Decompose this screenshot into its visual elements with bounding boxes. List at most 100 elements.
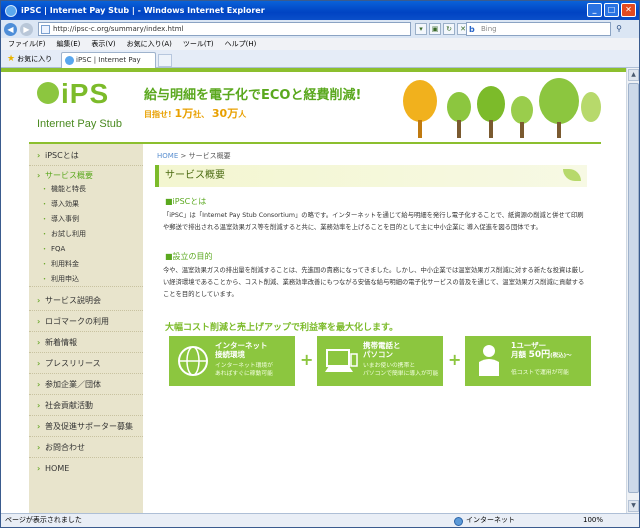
page-icon xyxy=(41,25,50,34)
header-target: 目指せ! 1万社、 30万人 xyxy=(144,105,246,121)
sidebar-item-members[interactable]: 参加企業／団体 xyxy=(29,375,143,395)
star-icon: ★ xyxy=(7,53,16,64)
ie-icon xyxy=(5,4,17,17)
menu-tools[interactable]: ツール(T) xyxy=(183,38,214,50)
search-icon[interactable]: ⚲ xyxy=(613,23,625,35)
status-bar: ページが表示されました インターネット 100% xyxy=(1,513,639,527)
refresh-icon[interactable]: ↻ xyxy=(443,23,455,35)
menu-edit[interactable]: 編集(E) xyxy=(57,38,81,50)
sidebar-sub-apply[interactable]: 利用申込 xyxy=(29,272,143,287)
tree-icon xyxy=(581,92,601,122)
minimize-button[interactable]: _ xyxy=(587,3,602,17)
globe-icon xyxy=(178,346,208,376)
browser-tab[interactable]: iPSC | Internet Pay Stub | xyxy=(61,52,156,79)
security-zone: インターネット xyxy=(454,514,515,527)
scroll-thumb[interactable] xyxy=(628,83,639,493)
leaf-icon xyxy=(563,169,581,181)
sidebar-item-supporters[interactable]: 普及促進サポーター募集 xyxy=(29,417,143,437)
page-viewport: iPS Internet Pay Stub 給与明細を電子化でECOと経費削減!… xyxy=(1,68,626,513)
sidebar-item-logo-usage[interactable]: ロゴマークの利用 xyxy=(29,312,143,332)
window-title: iPSC | Internet Pay Stub | - Windows Int… xyxy=(21,6,265,15)
sidebar-sub-pricing[interactable]: 利用料金 xyxy=(29,257,143,272)
sidebar-item-csr[interactable]: 社会貢献活動 xyxy=(29,396,143,416)
site-logo[interactable]: iPS Internet Pay Stub xyxy=(37,78,133,140)
box2-desc: いまお使いの携帯と パソコンで簡単に導入が可能 xyxy=(363,363,439,377)
address-text: http://ipsc-c.org/summary/index.html xyxy=(53,25,184,33)
plus-sign: + xyxy=(300,350,314,369)
sidebar-item-press[interactable]: プレスリリース xyxy=(29,354,143,374)
sidebar-sub-trial[interactable]: お試し利用 xyxy=(29,227,143,242)
target-companies-unit: 社、 xyxy=(193,110,210,119)
box1-desc: インターネット環境が あればすぐに稼動可能 xyxy=(215,363,273,377)
sidebar-item-home[interactable]: HOME xyxy=(29,459,143,479)
vertical-scrollbar[interactable]: ▲ ▼ xyxy=(626,68,639,513)
target-people: 30万 xyxy=(211,107,239,120)
main-content: HOME > サービス概要 サービス概要 ■iPSCとは 「iPSC」は「Int… xyxy=(155,144,601,513)
breadcrumb-separator: > xyxy=(180,152,187,160)
tagline: 大幅コスト削減と売上げアップで利益率を最大化します。 xyxy=(165,323,399,333)
box3-desc: 低コストで運用が可能 xyxy=(511,370,569,376)
box3-title: 1ユーザー 月額 50円(税込)～ xyxy=(511,341,572,360)
address-toolbar: ◀ ▶ http://ipsc-c.org/summary/index.html… xyxy=(1,20,639,38)
target-companies: 1万 xyxy=(174,107,194,120)
about-text: 「iPSC」は「Internet Pay Stub Consortium」の略で… xyxy=(163,212,584,231)
logo-text: iPS xyxy=(61,78,110,109)
purpose-text: 今や、温室効果ガスの排出量を削減することは、先進国の責務になってきました。しかし… xyxy=(163,267,585,298)
feature-box-devices: 携帯電話と パソコン いまお使いの携帯と パソコンで簡単に導入が可能 xyxy=(317,336,443,386)
tree-icon xyxy=(477,86,505,122)
sidebar-nav: iPSCとは サービス概要 機能と特長 導入効果 導入事例 お試し利用 FQA … xyxy=(29,144,143,513)
menu-bar: ファイル(F) 編集(E) 表示(V) お気に入り(A) ツール(T) ヘルプ(… xyxy=(1,38,639,50)
sun-person-icon xyxy=(403,80,437,122)
maximize-button[interactable]: □ xyxy=(604,3,619,17)
scroll-down-icon[interactable]: ▼ xyxy=(628,500,639,512)
sidebar-sub-features[interactable]: 機能と特長 xyxy=(29,182,143,197)
page-title-text: サービス概要 xyxy=(165,170,225,181)
sidebar-item-news[interactable]: 新着情報 xyxy=(29,333,143,353)
title-bar: iPSC | Internet Pay Stub | - Windows Int… xyxy=(1,1,639,20)
search-placeholder: Bing xyxy=(481,25,497,33)
menu-file[interactable]: ファイル(F) xyxy=(8,38,46,50)
back-icon[interactable]: ◀ xyxy=(4,22,17,36)
zone-label: インターネット xyxy=(466,516,515,524)
purpose-heading: ■設立の目的 xyxy=(165,252,213,261)
close-button[interactable]: ✕ xyxy=(621,3,636,17)
forward-icon[interactable]: ▶ xyxy=(20,22,33,36)
sidebar-item-seminar[interactable]: サービス説明会 xyxy=(29,291,143,311)
dropdown-icon[interactable]: ▾ xyxy=(415,23,427,35)
page-title: サービス概要 xyxy=(155,165,587,187)
address-field[interactable]: http://ipsc-c.org/summary/index.html xyxy=(38,22,411,36)
menu-view[interactable]: 表示(V) xyxy=(91,38,115,50)
plus-sign: + xyxy=(448,350,462,369)
laptop-phone-icon xyxy=(325,349,358,372)
feature-box-internet: インターネット 接続環境 インターネット環境が あればすぐに稼動可能 xyxy=(169,336,295,386)
bing-icon: b xyxy=(469,25,475,34)
menu-help[interactable]: ヘルプ(H) xyxy=(225,38,257,50)
user-icon xyxy=(479,345,499,376)
sidebar-sub-faq[interactable]: FQA xyxy=(29,242,143,257)
globe-zone-icon xyxy=(454,517,463,526)
tree-icon xyxy=(511,96,533,124)
scroll-up-icon[interactable]: ▲ xyxy=(628,69,639,81)
box1-title: インターネット 接続環境 xyxy=(215,341,268,359)
zoom-level[interactable]: 100% xyxy=(583,514,603,527)
target-prefix: 目指せ! xyxy=(144,110,172,119)
sidebar-item-contact[interactable]: お問合わせ xyxy=(29,438,143,458)
favorites-button[interactable]: ★ お気に入り xyxy=(1,50,58,68)
compatibility-icon[interactable]: ▣ xyxy=(429,23,441,35)
breadcrumb: HOME > サービス概要 xyxy=(157,151,231,161)
site-header: iPS Internet Pay Stub 給与明細を電子化でECOと経費削減!… xyxy=(29,72,601,142)
sidebar-sub-effects[interactable]: 導入効果 xyxy=(29,197,143,212)
breadcrumb-home[interactable]: HOME xyxy=(157,152,178,160)
sidebar-sub-cases[interactable]: 導入事例 xyxy=(29,212,143,227)
about-heading: ■iPSCとは xyxy=(165,197,207,206)
menu-favorites[interactable]: お気に入り(A) xyxy=(127,38,172,50)
tree-icon xyxy=(539,78,579,124)
status-text: ページが表示されました xyxy=(5,516,82,524)
sidebar-item-about[interactable]: iPSCとは xyxy=(29,146,143,166)
header-trees-illustration xyxy=(399,72,601,142)
target-people-unit: 人 xyxy=(238,110,247,119)
browser-window: iPSC | Internet Pay Stub | - Windows Int… xyxy=(0,0,640,528)
new-tab-button[interactable] xyxy=(158,54,172,67)
search-input[interactable]: b Bing xyxy=(466,22,611,36)
header-slogan: 給与明細を電子化でECOと経費削減! xyxy=(144,88,362,103)
